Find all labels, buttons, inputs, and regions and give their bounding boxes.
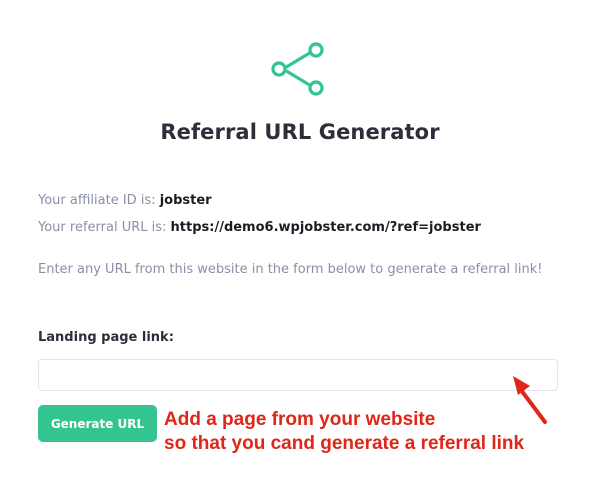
affiliate-id-value: jobster: [159, 193, 212, 208]
landing-page-input[interactable]: [38, 359, 558, 391]
red-arrow-icon: [513, 376, 547, 424]
instructions-text: Enter any URL from this website in the f…: [38, 262, 543, 277]
landing-page-label: Landing page link:: [38, 330, 174, 345]
page-title: Referral URL Generator: [160, 120, 440, 144]
referral-url-value: https://demo6.wpjobster.com/?ref=jobster: [170, 220, 481, 235]
annotation-line-2: so that you cand generate a referral lin…: [164, 433, 525, 454]
affiliate-id-label: Your affiliate ID is:: [38, 193, 156, 208]
referral-url-label: Your referral URL is:: [38, 220, 167, 235]
share-icon: [271, 42, 324, 96]
referral-url-line: Your referral URL is: https://demo6.wpjo…: [38, 220, 481, 235]
generate-url-button[interactable]: Generate URL: [38, 405, 157, 442]
affiliate-id-line: Your affiliate ID is: jobster: [38, 193, 212, 208]
annotation-line-1: Add a page from your website: [164, 409, 436, 430]
